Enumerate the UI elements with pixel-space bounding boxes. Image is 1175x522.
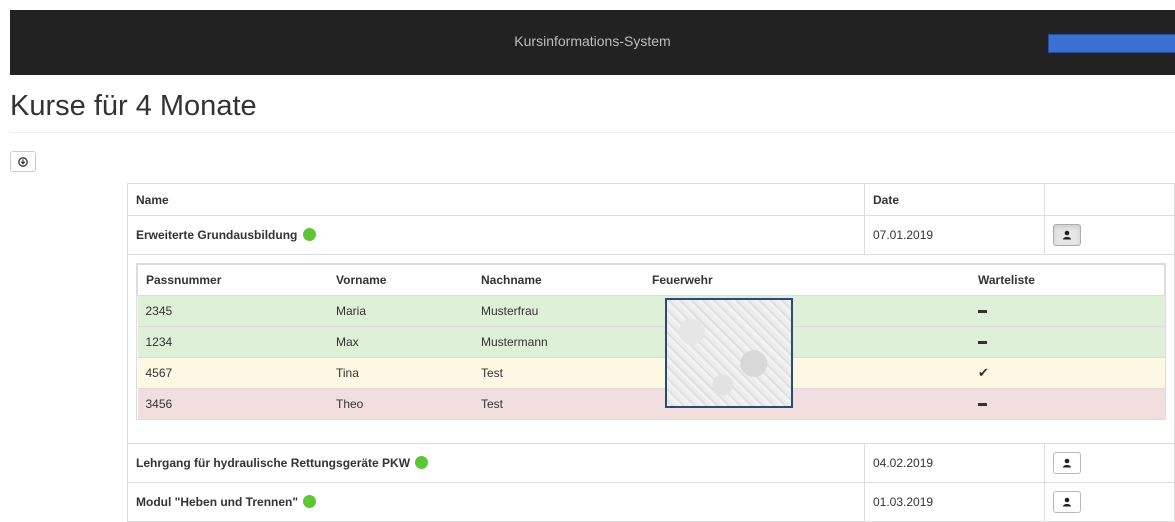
- user-menu-button[interactable]: [1048, 34, 1175, 53]
- participant-warteliste: [970, 295, 1165, 327]
- course-row: Erweiterte Grundausbildung 07.01.2019: [127, 215, 1175, 255]
- header-nachname: Nachname: [473, 264, 644, 296]
- participant-passnummer: 4567: [137, 357, 328, 389]
- participant-row: 3456 Theo Test: [137, 388, 1165, 419]
- course-action-cell: [1044, 482, 1175, 522]
- participant-vorname: Theo: [328, 388, 473, 419]
- user-icon: [1063, 230, 1071, 240]
- dash-icon: [978, 341, 987, 345]
- course-name-cell: Lehrgang für hydraulische Rettungsgeräte…: [127, 443, 865, 483]
- course-name: Modul "Heben und Trennen": [136, 495, 299, 509]
- course-action-cell: [1044, 215, 1175, 255]
- page-title: Kurse für 4 Monate: [10, 90, 257, 122]
- participant-warteliste: ✔: [970, 357, 1165, 389]
- status-dot-icon: [303, 495, 317, 508]
- status-dot-icon: [415, 456, 429, 469]
- user-icon: [1063, 497, 1071, 507]
- course-date: 01.03.2019: [864, 482, 1045, 522]
- course-table: Name Date Erweiterte Grundausbildung 07.…: [127, 183, 1175, 522]
- dash-icon: [978, 310, 987, 314]
- participant-nachname: Mustermann: [473, 326, 644, 358]
- header-actions: [1044, 183, 1175, 216]
- header-name: Name: [127, 183, 865, 216]
- participant-vorname: Maria: [328, 295, 473, 327]
- navbar: Kursinformations-System: [10, 10, 1175, 75]
- participant-warteliste: [970, 388, 1165, 419]
- participant-nachname: Test: [473, 388, 644, 419]
- participant-nachname: Test: [473, 357, 644, 389]
- check-icon: ✔: [978, 365, 989, 380]
- participants-button[interactable]: [1053, 452, 1081, 474]
- course-date: 07.01.2019: [864, 215, 1045, 255]
- course-action-cell: [1044, 443, 1175, 483]
- participants-header: Passnummer Vorname Nachname Feuerwehr Wa…: [137, 264, 1165, 296]
- download-button[interactable]: [10, 151, 36, 172]
- header-warteliste: Warteliste: [970, 264, 1165, 296]
- user-icon: [1063, 458, 1071, 468]
- course-detail-cell: Passnummer Vorname Nachname Feuerwehr Wa…: [127, 254, 1175, 444]
- course-detail-row: Passnummer Vorname Nachname Feuerwehr Wa…: [127, 254, 1175, 444]
- participant-passnummer: 1234: [137, 326, 328, 358]
- header-vorname: Vorname: [328, 264, 473, 296]
- participants-table: Passnummer Vorname Nachname Feuerwehr Wa…: [137, 264, 1165, 419]
- course-row: Modul "Heben und Trennen" 01.03.2019: [127, 482, 1175, 522]
- download-icon: [18, 156, 28, 167]
- participant-passnummer: 2345: [137, 295, 328, 327]
- status-dot-icon: [302, 228, 316, 241]
- title-divider: [10, 132, 1175, 133]
- header-passnummer: Passnummer: [137, 264, 328, 296]
- app-title[interactable]: Kursinformations-System: [10, 33, 1175, 49]
- course-name-cell: Erweiterte Grundausbildung: [127, 215, 865, 255]
- participant-row: 4567 Tina Test ✔: [137, 357, 1165, 389]
- course-name: Lehrgang für hydraulische Rettungsgeräte…: [136, 456, 411, 470]
- redacted-image: [665, 298, 793, 408]
- header-date: Date: [864, 183, 1045, 216]
- participant-row: 2345 Maria Musterfrau: [137, 295, 1165, 327]
- participants-panel: Passnummer Vorname Nachname Feuerwehr Wa…: [136, 263, 1166, 420]
- participant-row: 1234 Max Mustermann: [137, 326, 1165, 358]
- participant-vorname: Max: [328, 326, 473, 358]
- course-table-header: Name Date: [127, 183, 1175, 216]
- header-feuerwehr: Feuerwehr: [644, 264, 970, 296]
- course-date: 04.02.2019: [864, 443, 1045, 483]
- dash-icon: [978, 403, 987, 407]
- course-row: Lehrgang für hydraulische Rettungsgeräte…: [127, 443, 1175, 483]
- course-name: Erweiterte Grundausbildung: [136, 228, 298, 242]
- participant-warteliste: [970, 326, 1165, 358]
- participant-nachname: Musterfrau: [473, 295, 644, 327]
- participant-vorname: Tina: [328, 357, 473, 389]
- participants-button[interactable]: [1053, 224, 1081, 246]
- participant-passnummer: 3456: [137, 388, 328, 419]
- course-name-cell: Modul "Heben und Trennen": [127, 482, 865, 522]
